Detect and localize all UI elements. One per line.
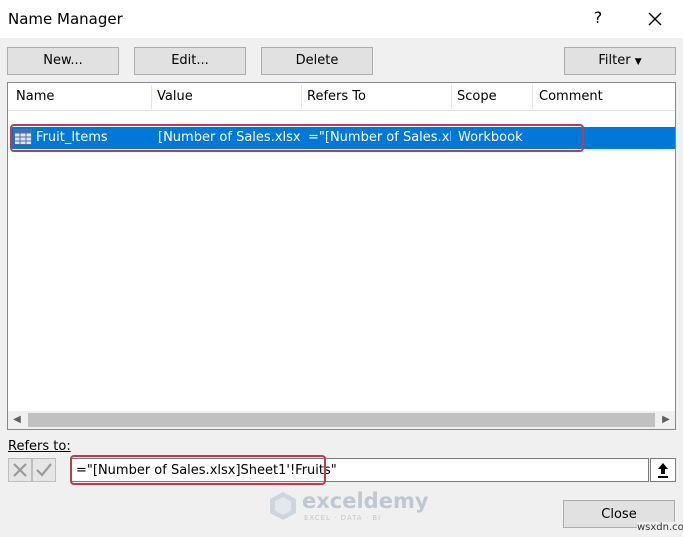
list-header: Name Value Refers To Scope Comment	[8, 83, 675, 111]
edit-button[interactable]: Edit...	[134, 47, 246, 75]
scrollbar-thumb[interactable]	[28, 413, 655, 427]
title-bar: Name Manager ?	[0, 0, 683, 38]
column-header-value[interactable]: Value	[157, 89, 193, 104]
dropdown-arrow-icon: ▼	[634, 57, 642, 67]
horizontal-scrollbar[interactable]: ◀ ▶	[8, 411, 675, 429]
cancel-icon[interactable]	[8, 458, 32, 482]
scroll-left-icon[interactable]: ◀	[8, 411, 26, 429]
scroll-right-icon[interactable]: ▶	[657, 411, 675, 429]
column-header-name[interactable]: Name	[16, 89, 54, 104]
watermark-logo: exceldemy EXCEL · DATA · BI	[268, 489, 429, 523]
column-header-scope[interactable]: Scope	[457, 89, 497, 104]
row-annotation-highlight	[10, 124, 584, 152]
refers-to-annotation-highlight	[70, 455, 326, 485]
close-icon[interactable]	[640, 6, 670, 32]
help-button[interactable]: ?	[588, 8, 608, 27]
new-button[interactable]: New...	[7, 47, 119, 75]
filter-label: Filter	[598, 53, 631, 68]
dialog-title: Name Manager	[8, 10, 123, 28]
column-header-refers-to[interactable]: Refers To	[307, 89, 366, 104]
check-icon[interactable]	[32, 458, 56, 482]
delete-button[interactable]: Delete	[261, 47, 373, 75]
refers-to-label: Refers to:	[8, 439, 71, 454]
corner-watermark-text: wsxdn.com	[637, 522, 683, 533]
column-header-comment[interactable]: Comment	[539, 89, 603, 104]
filter-button[interactable]: Filter ▼	[564, 47, 676, 75]
collapse-dialog-icon[interactable]	[650, 458, 676, 482]
